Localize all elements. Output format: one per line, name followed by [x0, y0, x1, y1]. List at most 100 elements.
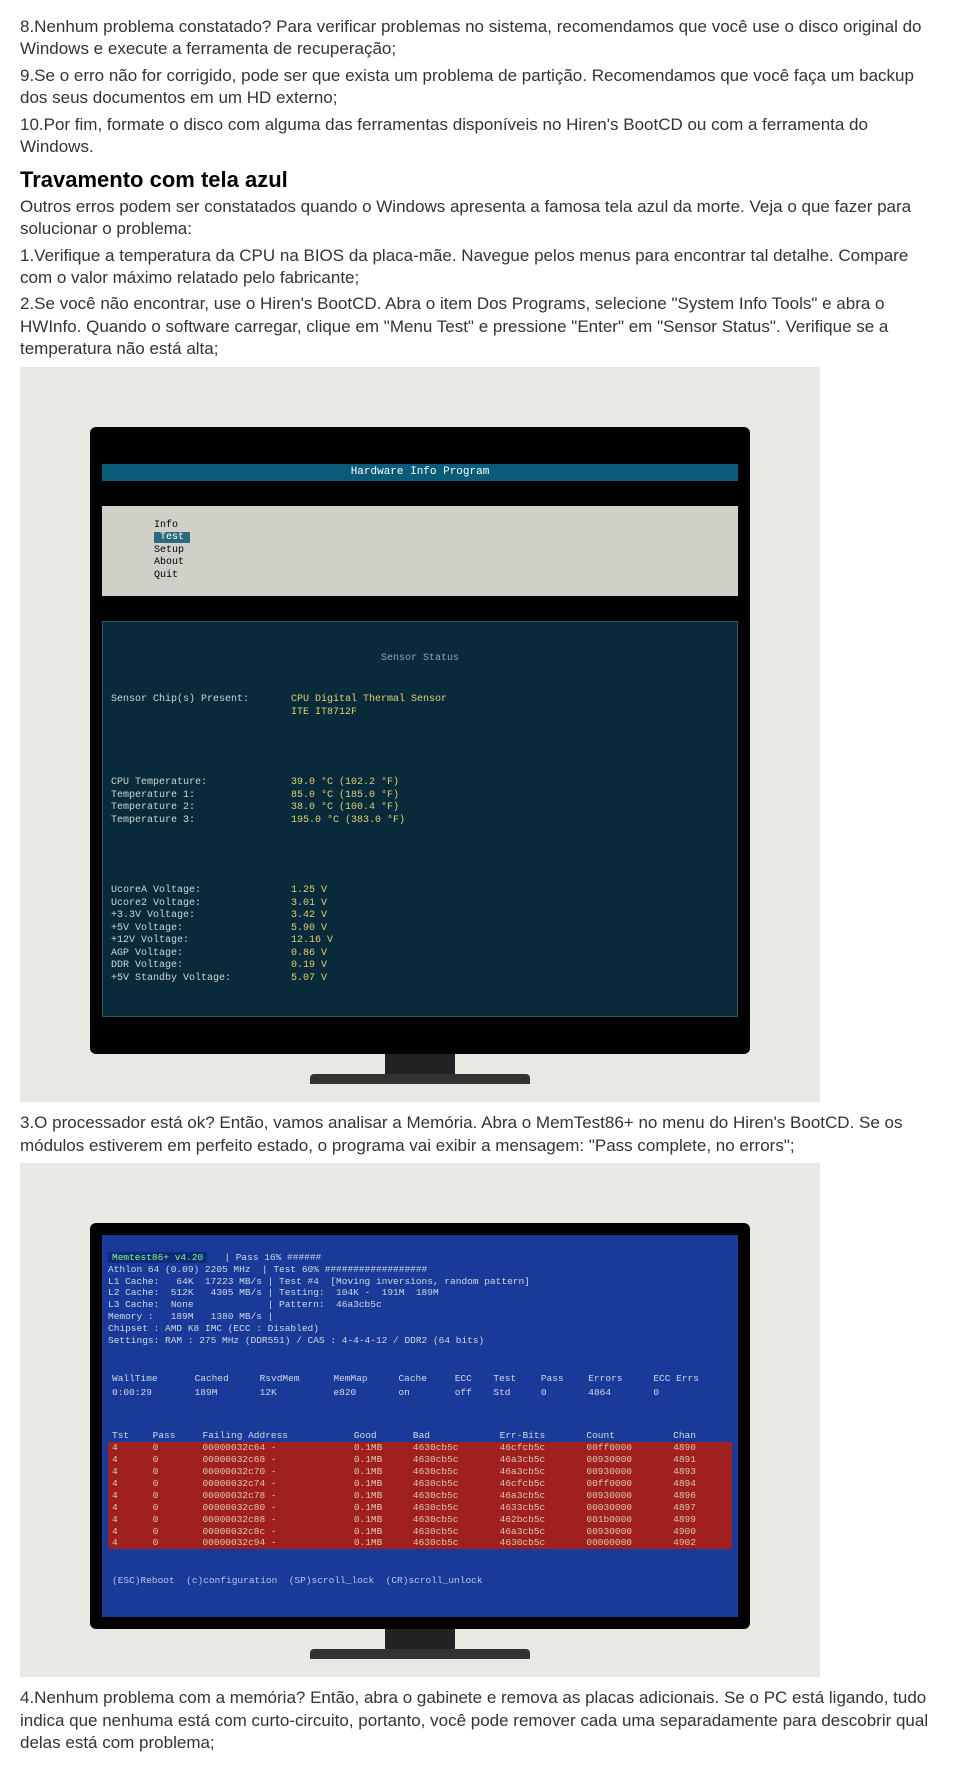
table-cell: 4630cb5c	[409, 1466, 496, 1478]
table-cell: 00030000	[582, 1502, 669, 1514]
table-cell: 0	[149, 1454, 199, 1466]
table-cell: 4630cb5c	[409, 1526, 496, 1538]
table-cell: 4630cb5c	[409, 1514, 496, 1526]
table-cell: 0	[149, 1478, 199, 1490]
table-cell	[719, 1526, 732, 1538]
table-cell: 4630cb5c	[409, 1490, 496, 1502]
hwinfo-menubar: Info Test Setup About Quit	[102, 506, 738, 596]
table-cell: 4	[108, 1490, 149, 1502]
memtest-l3: L3 Cache: None | Pattern: 46a3cb5c	[108, 1299, 382, 1310]
sensor-row: Ucore2 Voltage:3.01 V	[111, 898, 729, 911]
body-paragraph: 4.Nenhum problema com a memória? Então, …	[20, 1687, 940, 1754]
table-cell: 00000032c78 -	[198, 1490, 349, 1502]
error-row: 4000000032c94 -0.1MB4630cb5c4630cb5c0000…	[108, 1537, 732, 1549]
table-header: RsvdMem	[256, 1372, 330, 1386]
table-header: Chan	[669, 1429, 719, 1443]
memtest-mem: Memory : 189M 1380 MB/s |	[108, 1311, 273, 1322]
sensor-row: +3.3V Voltage:3.42 V	[111, 910, 729, 923]
sensor-label: +12V Voltage:	[111, 935, 291, 948]
table-cell: 4899	[669, 1514, 719, 1526]
sensor-label: DDR Voltage:	[111, 960, 291, 973]
table-cell: 0	[149, 1442, 199, 1454]
menu-test: Test	[154, 532, 190, 543]
sensor-value: 1.25 V	[291, 885, 327, 898]
table-cell: 46a3cb5c	[496, 1454, 583, 1466]
table-cell: 0.1MB	[350, 1478, 409, 1490]
sensor-row: +5V Standby Voltage:5.07 V	[111, 973, 729, 986]
sensor-label: +5V Standby Voltage:	[111, 973, 291, 986]
table-cell: 0.1MB	[350, 1514, 409, 1526]
hwinfo-subtitle: Sensor Status	[111, 653, 729, 666]
table-header: Failing Address	[198, 1429, 349, 1443]
table-cell: 0.1MB	[350, 1454, 409, 1466]
table-cell: 4894	[669, 1478, 719, 1490]
sensor-row: Temperature 2:38.0 °C (100.4 °F)	[111, 802, 729, 815]
table-header: Err-Bits	[496, 1429, 583, 1443]
table-cell: 0	[149, 1490, 199, 1502]
table-header: Cached	[191, 1372, 256, 1386]
sensor-row: +5V Voltage:5.90 V	[111, 923, 729, 936]
table-cell: 4890	[669, 1442, 719, 1454]
table-cell: 00000032c94 -	[198, 1537, 349, 1549]
sensor-value: 38.0 °C (100.4 °F)	[291, 802, 399, 815]
table-cell: 4896	[669, 1490, 719, 1502]
table-cell: Std	[489, 1386, 536, 1400]
table-cell: 00000032c70 -	[198, 1466, 349, 1478]
sensor-value: 195.0 °C (383.0 °F)	[291, 815, 405, 828]
table-cell: 00000032c74 -	[198, 1478, 349, 1490]
table-header: Pass	[149, 1429, 199, 1443]
sensor-label: Temperature 1:	[111, 790, 291, 803]
table-cell: 00930000	[582, 1526, 669, 1538]
memtest-footer: (ESC)Reboot (c)configuration (SP)scroll_…	[108, 1574, 732, 1588]
table-header: MemMap	[329, 1372, 394, 1386]
sensor-row: DDR Voltage:0.19 V	[111, 960, 729, 973]
table-cell: 001b0000	[582, 1514, 669, 1526]
table-cell: 4	[108, 1442, 149, 1454]
table-cell: 4900	[669, 1526, 719, 1538]
table-cell: 4893	[669, 1466, 719, 1478]
error-row: 4000000032c80 -0.1MB4630cb5c4633cb5c0003…	[108, 1502, 732, 1514]
sensor-value: 3.42 V	[291, 910, 327, 923]
error-row: 4000000032c64 -0.1MB4630cb5c46cfcb5c00ff…	[108, 1442, 732, 1454]
menu-about: About	[154, 557, 184, 568]
memtest-screen: Memtest86+ v4.20 | Pass 16% ###### Athlo…	[102, 1235, 738, 1617]
sensor-value: 85.0 °C (185.0 °F)	[291, 790, 399, 803]
error-row: 4000000032c78 -0.1MB4630cb5c46a3cb5c0093…	[108, 1490, 732, 1502]
table-cell: 0.1MB	[350, 1490, 409, 1502]
table-cell: 0	[149, 1466, 199, 1478]
sensor-chip-label: Sensor Chip(s) Present:	[111, 694, 291, 719]
body-paragraph: Outros erros podem ser constatados quand…	[20, 196, 940, 241]
table-cell: 0:00:29	[108, 1386, 191, 1400]
table-cell: 4633cb5c	[496, 1502, 583, 1514]
table-cell: 4864	[584, 1386, 649, 1400]
error-row: 4000000032c68 -0.1MB4630cb5c46a3cb5c0093…	[108, 1454, 732, 1466]
table-cell: 0	[537, 1386, 584, 1400]
table-cell: 462bcb5c	[496, 1514, 583, 1526]
memtest-errors-table: TstPassFailing AddressGoodBadErr-BitsCou…	[108, 1429, 732, 1550]
table-cell: 00ff0000	[582, 1478, 669, 1490]
sensor-label: CPU Temperature:	[111, 777, 291, 790]
table-cell: 46a3cb5c	[496, 1526, 583, 1538]
monitor-base	[310, 1074, 530, 1084]
table-header: Count	[582, 1429, 669, 1443]
table-cell: 0	[649, 1386, 732, 1400]
screenshot-memtest: Memtest86+ v4.20 | Pass 16% ###### Athlo…	[20, 1163, 820, 1677]
table-cell: 00000032c8c -	[198, 1526, 349, 1538]
sensor-value: 12.16 V	[291, 935, 333, 948]
table-cell: 0.1MB	[350, 1526, 409, 1538]
table-cell: 12K	[256, 1386, 330, 1400]
table-cell: 00930000	[582, 1490, 669, 1502]
sensor-row: +12V Voltage:12.16 V	[111, 935, 729, 948]
table-header: Good	[350, 1429, 409, 1443]
table-cell: 4630cb5c	[496, 1537, 583, 1549]
error-row: 4000000032c8c -0.1MB4630cb5c46a3cb5c0093…	[108, 1526, 732, 1538]
table-cell: 00930000	[582, 1466, 669, 1478]
sensor-label: +5V Voltage:	[111, 923, 291, 936]
section-heading: Travamento com tela azul	[20, 165, 940, 194]
monitor-stand	[385, 1629, 455, 1649]
table-cell: 0.1MB	[350, 1537, 409, 1549]
table-cell: off	[451, 1386, 490, 1400]
error-row: 4000000032c88 -0.1MB4630cb5c462bcb5c001b…	[108, 1514, 732, 1526]
table-cell: 0	[149, 1537, 199, 1549]
body-paragraph: 2.Se você não encontrar, use o Hiren's B…	[20, 293, 940, 360]
